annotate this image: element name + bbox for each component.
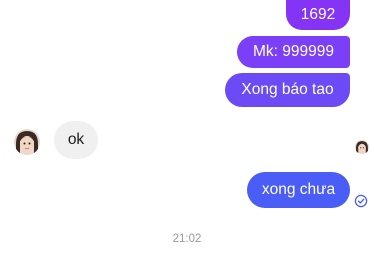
- message-text: Xong báo tao: [241, 81, 334, 99]
- contact-avatar[interactable]: [14, 129, 40, 155]
- message-text: 1692: [300, 6, 336, 24]
- seen-receipt-avatar: [355, 140, 369, 154]
- check-circle-icon: [354, 194, 368, 208]
- message-text: xong chưa: [261, 181, 336, 199]
- sent-message-bubble[interactable]: Xong báo tao: [225, 73, 350, 107]
- sent-message-bubble[interactable]: 1692: [286, 0, 350, 30]
- message-timestamp: 21:02: [172, 233, 202, 245]
- received-message-bubble[interactable]: ok: [54, 121, 98, 159]
- message-text: ok: [67, 131, 85, 148]
- message-text: Mk: 999999: [253, 43, 334, 61]
- chat-thread: 1692 Mk: 999999 Xong báo tao ok xong chư…: [0, 0, 374, 257]
- sent-message-bubble[interactable]: xong chưa: [247, 172, 350, 208]
- sent-message-bubble[interactable]: Mk: 999999: [237, 36, 350, 68]
